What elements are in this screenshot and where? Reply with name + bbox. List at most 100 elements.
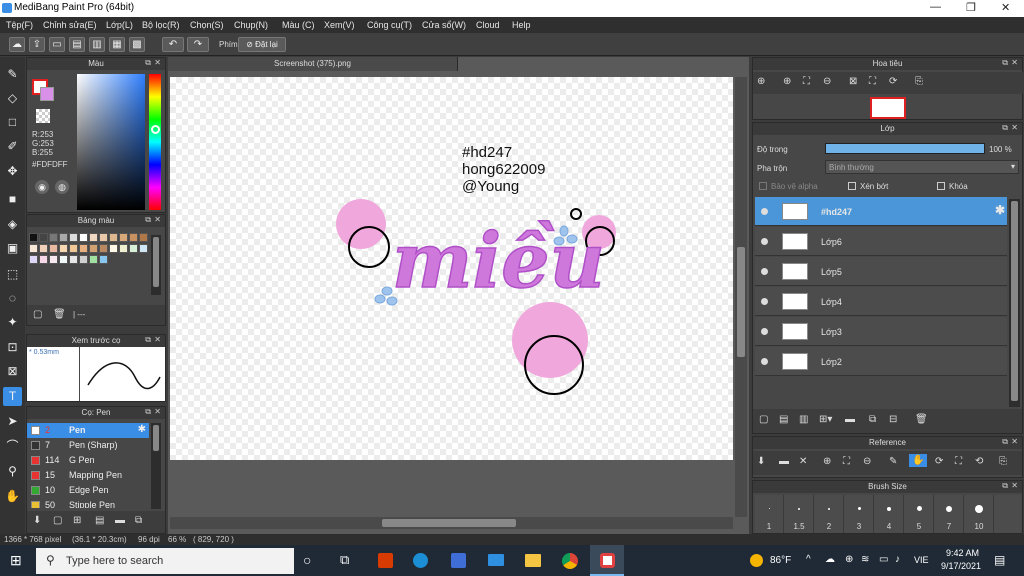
palette-swatch[interactable] bbox=[29, 233, 38, 242]
palette-swatch[interactable] bbox=[59, 244, 68, 253]
dropper-tool-icon[interactable]: ⌒ bbox=[3, 437, 22, 456]
palette-swatch[interactable] bbox=[39, 244, 48, 253]
palette-swatch[interactable] bbox=[99, 255, 108, 264]
popout-icon[interactable]: ⧉ bbox=[145, 335, 151, 345]
hand-icon[interactable]: ✋ bbox=[909, 454, 928, 467]
reset-button[interactable]: ⊘ Đặt lại bbox=[238, 37, 286, 52]
menu-edit[interactable]: Chỉnh sửa(E) bbox=[43, 20, 97, 30]
brush-size-cell[interactable]: 2 bbox=[815, 495, 844, 533]
zoom-icon[interactable]: ⊕ bbox=[757, 76, 765, 87]
brush-item[interactable]: 2 Pen ✱ bbox=[27, 423, 149, 438]
palette-swatch[interactable] bbox=[29, 244, 38, 253]
brush-tool-icon[interactable]: ✎ bbox=[3, 65, 22, 84]
office-icon[interactable] bbox=[378, 553, 393, 568]
maximize-button[interactable]: ❐ bbox=[966, 1, 976, 14]
menu-help[interactable]: Help bbox=[512, 20, 531, 30]
popout-icon[interactable]: ⧉ bbox=[145, 58, 151, 68]
palette-swatch[interactable] bbox=[79, 244, 88, 253]
layer-row[interactable]: Lớp3 bbox=[755, 317, 1007, 346]
delete-layer-icon[interactable]: 🗑 bbox=[915, 414, 928, 425]
fit-icon[interactable]: ⛶ bbox=[803, 76, 810, 87]
popout-icon[interactable]: ⧉ bbox=[145, 215, 151, 225]
volume-icon[interactable]: ♪ bbox=[895, 554, 900, 565]
menu-filter[interactable]: Bộ lọc(R) bbox=[142, 20, 180, 30]
close-icon[interactable]: ✕ bbox=[1011, 58, 1018, 67]
document-icon[interactable]: ▤ bbox=[69, 37, 85, 52]
minimize-button[interactable]: — bbox=[930, 1, 941, 13]
secondary-color-swatch[interactable] bbox=[40, 87, 54, 101]
palette-swatch[interactable] bbox=[29, 255, 38, 264]
navigator-thumbnail[interactable] bbox=[870, 97, 906, 119]
close-button[interactable]: ✕ bbox=[1001, 1, 1010, 14]
select-rect-icon[interactable]: ⬚ bbox=[3, 265, 22, 284]
wifi-icon[interactable]: ≋ bbox=[861, 554, 869, 565]
menu-layer[interactable]: Lớp(L) bbox=[106, 20, 133, 30]
close-icon[interactable]: ✕ bbox=[154, 58, 161, 67]
palette-swatch[interactable] bbox=[59, 255, 68, 264]
close-icon[interactable]: ✕ bbox=[1011, 437, 1018, 446]
popout-icon[interactable]: ⧉ bbox=[1002, 58, 1008, 68]
open-folder-icon[interactable]: ▬ bbox=[779, 456, 789, 467]
text-tool-icon[interactable]: T bbox=[3, 387, 22, 406]
lock-checkbox[interactable] bbox=[937, 182, 945, 190]
zoom-out-icon[interactable]: ⊖ bbox=[863, 456, 871, 467]
visibility-icon[interactable] bbox=[761, 238, 768, 245]
brush-item[interactable]: 15 Mapping Pen bbox=[27, 468, 149, 483]
palette-swatch[interactable] bbox=[89, 255, 98, 264]
download-icon[interactable]: ⬇ bbox=[757, 456, 765, 467]
palette-swatch[interactable] bbox=[89, 233, 98, 242]
brush-size-cell[interactable]: 4 bbox=[875, 495, 904, 533]
popout-icon[interactable]: ⧉ bbox=[1002, 437, 1008, 447]
layer-row[interactable]: #hd247 ✱ bbox=[755, 197, 1007, 226]
brush-item[interactable]: 7 Pen (Sharp) bbox=[27, 438, 149, 453]
palette-swatch[interactable] bbox=[69, 255, 78, 264]
chrome-icon[interactable] bbox=[562, 553, 578, 569]
lasso-tool-icon[interactable]: ◌ bbox=[3, 289, 22, 308]
rotate-icon[interactable]: ⟳ bbox=[889, 76, 897, 87]
notification-icon[interactable]: ▤ bbox=[994, 553, 1005, 567]
menu-file[interactable]: Tệp(F) bbox=[6, 20, 33, 30]
menu-view[interactable]: Xem(V) bbox=[324, 20, 355, 30]
palette-swatch[interactable] bbox=[49, 255, 58, 264]
new-layer-icon[interactable]: ▢ bbox=[759, 414, 768, 425]
layer-row[interactable]: Lớp4 bbox=[755, 287, 1007, 316]
visibility-icon[interactable] bbox=[761, 328, 768, 335]
palette-swatch[interactable] bbox=[49, 244, 58, 253]
clock-date[interactable]: 9/17/2021 bbox=[941, 561, 981, 571]
palette-swatch[interactable] bbox=[39, 233, 48, 242]
protect-alpha-checkbox[interactable] bbox=[759, 182, 767, 190]
popout-icon[interactable]: ⧉ bbox=[1002, 481, 1008, 491]
new-palette-icon[interactable]: ▢ bbox=[33, 309, 42, 320]
palette-icon[interactable]: ◉ bbox=[35, 180, 49, 194]
task-view-icon[interactable]: ⧉ bbox=[340, 552, 349, 568]
grid-icon[interactable]: ▩ bbox=[129, 37, 145, 52]
hue-handle[interactable] bbox=[151, 125, 160, 134]
battery-icon[interactable]: ▭ bbox=[879, 554, 888, 565]
shape-tool-icon[interactable]: □ bbox=[3, 113, 22, 132]
mail-icon[interactable] bbox=[488, 554, 504, 566]
horizontal-scrollbar[interactable] bbox=[170, 517, 733, 529]
tray-chevron-icon[interactable]: ^ bbox=[806, 554, 811, 565]
palette-swatch[interactable] bbox=[39, 255, 48, 264]
visibility-icon[interactable] bbox=[761, 208, 768, 215]
store-icon[interactable] bbox=[451, 553, 466, 568]
merge-layer-icon[interactable]: ⊟ bbox=[889, 414, 897, 425]
brush-item[interactable]: 10 Edge Pen bbox=[27, 483, 149, 498]
saturation-value-picker[interactable] bbox=[77, 74, 145, 210]
zoom-out-icon[interactable]: ⊖ bbox=[823, 76, 831, 87]
palette-swatch[interactable] bbox=[109, 233, 118, 242]
brush-item[interactable]: 114 G Pen bbox=[27, 453, 149, 468]
cortana-icon[interactable]: ○ bbox=[303, 552, 311, 568]
brush-size-cell[interactable]: 5 bbox=[905, 495, 934, 533]
vertical-scrollbar[interactable] bbox=[735, 77, 747, 517]
close-icon[interactable]: ✕ bbox=[154, 335, 161, 344]
duplicate-layer-icon[interactable]: ⧉ bbox=[869, 414, 876, 425]
brush-copy-icon[interactable]: ⧉ bbox=[135, 515, 142, 526]
popout-icon[interactable]: ⧉ bbox=[1002, 123, 1008, 133]
share-icon[interactable]: ⇪ bbox=[29, 37, 45, 52]
new-brush-icon[interactable]: ▢ bbox=[53, 515, 62, 526]
eyedropper-icon[interactable]: ⚲ bbox=[3, 462, 22, 481]
palette-swatch[interactable] bbox=[59, 233, 68, 242]
flip-icon[interactable]: ⎘ bbox=[999, 456, 1007, 467]
palette-swatch[interactable] bbox=[139, 244, 148, 253]
